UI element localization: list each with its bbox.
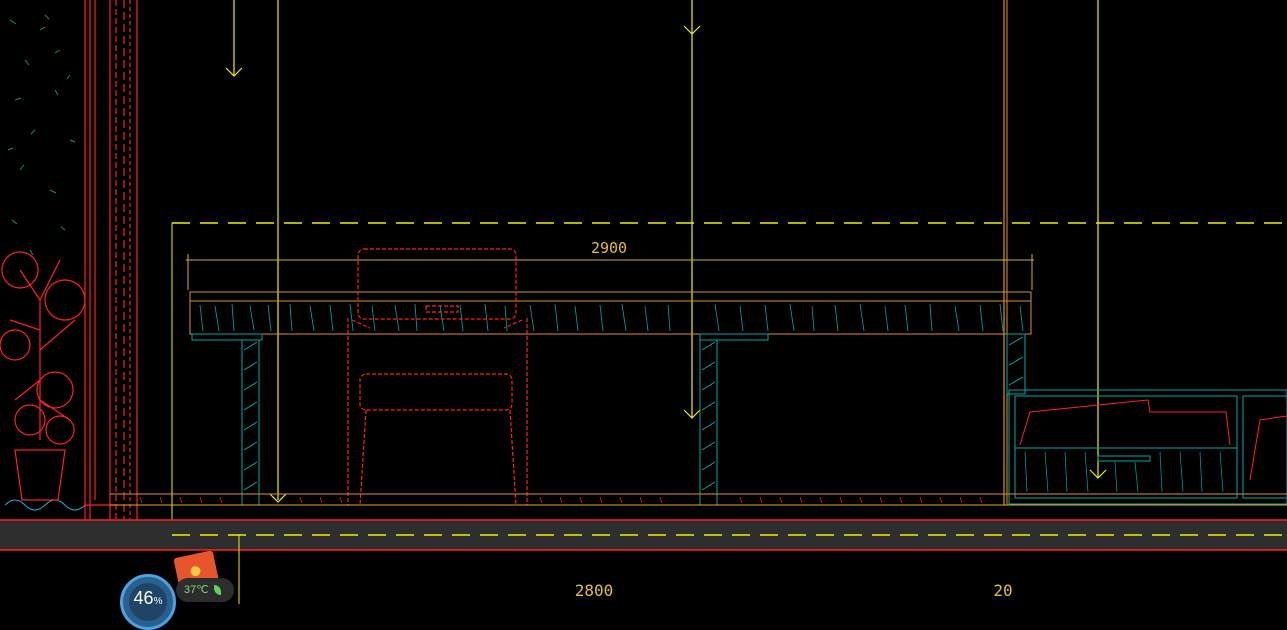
temperature-value: 37℃ — [184, 584, 209, 596]
system-monitor-widget[interactable]: 46% 37℃ — [110, 550, 240, 630]
temperature-pill[interactable]: 37℃ — [176, 578, 234, 602]
leaf-icon — [213, 585, 221, 596]
dimension-label-bottom: 2800 — [575, 581, 614, 600]
dimension-label-right: 20 — [993, 581, 1012, 600]
cpu-gauge[interactable]: 46% — [120, 574, 176, 630]
percent-sign: % — [153, 596, 163, 607]
cad-drawing-canvas[interactable]: 2900 2800 20 — [0, 0, 1287, 604]
cpu-percent-value: 46 — [133, 588, 154, 608]
dimension-label-top: 2900 — [591, 239, 627, 257]
